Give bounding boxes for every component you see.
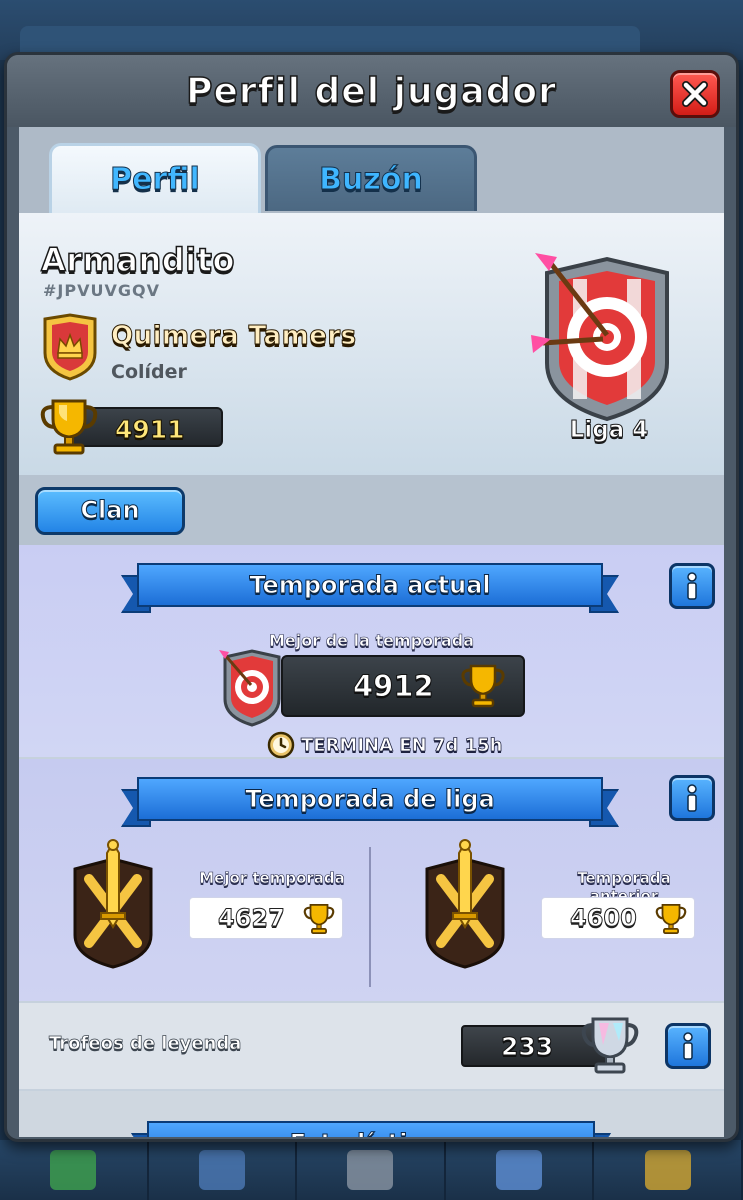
trophy-count: 4911 <box>115 415 186 445</box>
tab-perfil[interactable]: Perfil <box>49 143 261 213</box>
legend-trophies-row: Trofeos de leyenda 233 <box>19 1003 724 1089</box>
profile-modal: Perfil del jugador Perfil Buzón Armandit… <box>4 52 739 1142</box>
close-button[interactable] <box>670 70 720 118</box>
clan-button[interactable]: Clan <box>35 487 185 535</box>
player-name: Armandito <box>40 240 235 280</box>
tab-bar: Perfil Buzón <box>19 127 724 213</box>
league-season-info-button[interactable] <box>669 775 715 821</box>
statistics-ribbon: Estadísticas <box>131 1121 611 1137</box>
previous-season-trophies: 4600 <box>570 904 638 933</box>
modal-title: Perfil del jugador <box>185 70 557 113</box>
bottom-nav <box>0 1140 743 1200</box>
statistics-title: Estadísticas <box>289 1129 452 1138</box>
legend-trophies-value: 233 <box>500 1032 554 1062</box>
statistics-section: Estadísticas <box>19 1091 724 1137</box>
league-season-ribbon: Temporada de liga <box>121 777 619 827</box>
best-season-label: Mejor de la temporada <box>269 631 475 651</box>
legend-info-button[interactable] <box>665 1023 711 1069</box>
crossed-swords-icon <box>425 839 505 969</box>
crossed-swords-icon <box>73 839 153 969</box>
trophy-icon <box>303 903 335 935</box>
best-season-column: Mejor temporada 4627 <box>19 839 359 989</box>
clock-icon <box>267 731 295 759</box>
current-season-ribbon: Temporada actual <box>121 563 619 613</box>
league-season-section: Temporada de liga Mejor temporada 4627 T… <box>19 759 724 1001</box>
clan-role: Colíder <box>111 361 187 383</box>
previous-season-box: 4600 <box>541 897 695 939</box>
league-label: Liga 4 <box>569 417 649 444</box>
legend-trophies-label: Trofeos de leyenda <box>49 1033 242 1055</box>
info-icon <box>683 1032 693 1060</box>
best-season-value: 4912 <box>353 669 435 704</box>
trophy-icon <box>461 664 505 708</box>
close-icon <box>682 81 708 107</box>
ribbon-body: Temporada de liga <box>137 777 603 821</box>
info-icon <box>687 572 697 600</box>
legend-trophy-icon <box>581 1017 639 1074</box>
profile-card: Armandito #JPVUVGQV Quimera Tamers Colíd… <box>19 213 724 475</box>
nav-slot-social[interactable] <box>446 1140 595 1200</box>
tab-buzon[interactable]: Buzón <box>265 145 477 211</box>
best-season-caption: Mejor temporada <box>199 869 345 888</box>
best-season-trophies: 4627 <box>218 904 286 933</box>
info-icon <box>687 784 697 812</box>
trophy-icon <box>655 903 687 935</box>
trophy-icon <box>40 399 98 455</box>
nav-slot-battle[interactable] <box>297 1140 446 1200</box>
clan-name[interactable]: Quimera Tamers <box>111 321 357 352</box>
current-season-section: Temporada actual Mejor de la temporada 4… <box>19 545 724 759</box>
ribbon-body: Temporada actual <box>137 563 603 607</box>
nav-slot-cards[interactable] <box>149 1140 298 1200</box>
clan-badge-icon[interactable] <box>41 313 99 381</box>
current-season-title: Temporada actual <box>249 571 491 600</box>
league-shield-icon[interactable] <box>527 243 687 423</box>
season-end-text: TERMINA EN 7d 15h <box>301 734 503 756</box>
nav-slot-events[interactable] <box>594 1140 743 1200</box>
ribbon-body: Estadísticas <box>147 1121 595 1137</box>
league-season-title: Temporada de liga <box>245 785 496 814</box>
modal-body: Perfil Buzón Armandito #JPVUVGQV Quimera… <box>19 127 724 1137</box>
nav-slot-shop[interactable] <box>0 1140 149 1200</box>
current-season-info-button[interactable] <box>669 563 715 609</box>
clan-button-row: Clan <box>19 475 724 545</box>
best-season-box: 4627 <box>189 897 343 939</box>
background-header <box>0 0 743 60</box>
previous-season-column: Temporada anterior 4600 <box>371 839 711 989</box>
player-tag[interactable]: #JPVUVGQV <box>43 281 160 300</box>
season-end-timer: TERMINA EN 7d 15h <box>267 731 503 759</box>
league-shield-small-icon <box>219 649 281 727</box>
modal-header: Perfil del jugador <box>7 55 736 127</box>
